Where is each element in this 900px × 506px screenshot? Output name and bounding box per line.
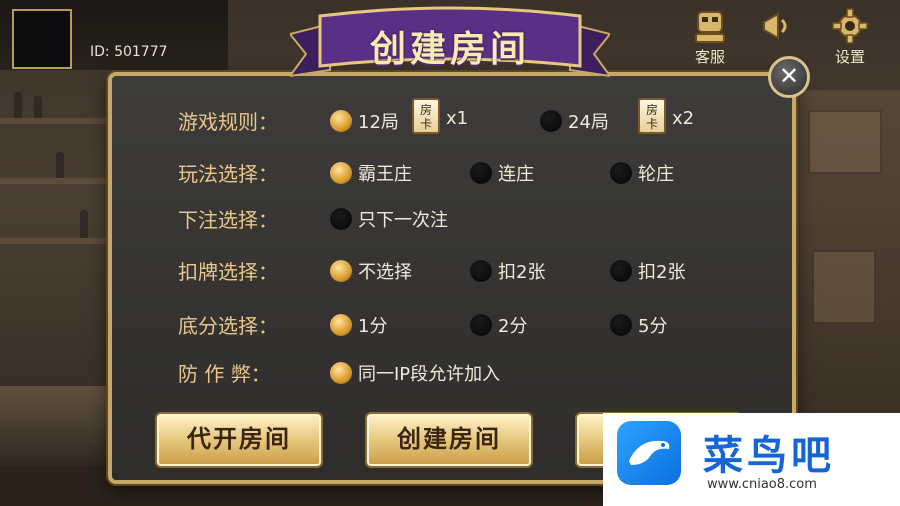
create-room-button[interactable]: 创建房间 xyxy=(365,412,533,468)
radio-unselected-icon xyxy=(470,314,492,336)
watermark-url: www.cniao8.com xyxy=(707,477,817,492)
row-label: 玩法选择： xyxy=(178,162,278,186)
option-label: 只下一次注 xyxy=(358,210,448,231)
option-label: 扣2张 xyxy=(498,262,546,283)
radio-selected-icon xyxy=(330,110,352,132)
radio-unselected-icon xyxy=(470,260,492,282)
row-label: 扣牌选择： xyxy=(178,260,278,284)
radio-unselected-icon xyxy=(610,162,632,184)
option-label: 不选择 xyxy=(358,262,412,283)
bg-window xyxy=(812,250,876,324)
avatar[interactable] xyxy=(12,9,72,69)
proxy-open-room-button[interactable]: 代开房间 xyxy=(155,412,323,468)
option-label: 轮庄 xyxy=(638,164,674,185)
option-label: 同一IP段允许加入 xyxy=(358,364,501,385)
option-label: 霸王庄 xyxy=(358,164,412,185)
option-label: 2分 xyxy=(498,316,528,337)
option-label: 5分 xyxy=(638,316,668,337)
option-label: 1分 xyxy=(358,316,388,337)
bg-shelf xyxy=(0,238,110,244)
radio-unselected-icon xyxy=(540,110,562,132)
radio-selected-icon xyxy=(330,260,352,282)
radio-selected-icon xyxy=(330,314,352,336)
checkbox-icon xyxy=(330,208,352,230)
bg-window xyxy=(808,110,882,174)
radio-unselected-icon xyxy=(610,314,632,336)
room-card-icon: 房卡 xyxy=(638,98,666,134)
service-button[interactable]: 客服 xyxy=(682,8,738,67)
option-label: 12局 xyxy=(358,112,399,133)
radio-selected-icon xyxy=(330,162,352,184)
radio-unselected-icon xyxy=(610,260,632,282)
checkbox-checked-icon xyxy=(330,362,352,384)
bird-logo-icon xyxy=(617,421,681,485)
row-label: 下注选择： xyxy=(178,208,278,232)
settings-label: 设置 xyxy=(834,48,865,66)
bg-bottle xyxy=(34,96,42,118)
user-id: ID: 501777 xyxy=(90,44,168,60)
card-multiplier: x1 xyxy=(446,108,469,129)
dialog-title: 创建房间 xyxy=(369,28,530,70)
bg-shelf xyxy=(0,178,110,184)
settings-button[interactable]: 设置 xyxy=(822,8,878,67)
radio-unselected-icon xyxy=(470,162,492,184)
option-label: 扣2张 xyxy=(638,262,686,283)
bg-bottle xyxy=(80,210,88,238)
card-multiplier: x2 xyxy=(672,108,695,129)
close-button[interactable]: ✕ xyxy=(768,56,810,98)
gear-icon xyxy=(832,8,868,44)
dialog-title-banner: 创建房间 xyxy=(290,6,610,84)
bg-bottle xyxy=(14,92,22,118)
close-icon: ✕ xyxy=(778,62,800,90)
bg-bottle xyxy=(56,152,64,178)
room-card-icon: 房卡 xyxy=(412,98,440,134)
watermark-title: 菜鸟吧 xyxy=(703,432,835,479)
horn-button[interactable] xyxy=(748,8,804,46)
service-label: 客服 xyxy=(694,48,725,66)
user-info-panel: ID: 501777 xyxy=(0,0,228,70)
horn-icon xyxy=(763,12,787,40)
bg-shelf xyxy=(0,118,110,124)
option-label: 24局 xyxy=(568,112,609,133)
watermark: 菜鸟吧 www.cniao8.com xyxy=(603,413,900,506)
row-label: 游戏规则： xyxy=(178,110,278,134)
option-label: 连庄 xyxy=(498,164,534,185)
row-label: 防 作 弊： xyxy=(178,362,271,386)
row-label: 底分选择： xyxy=(178,314,278,338)
service-icon xyxy=(695,11,725,43)
